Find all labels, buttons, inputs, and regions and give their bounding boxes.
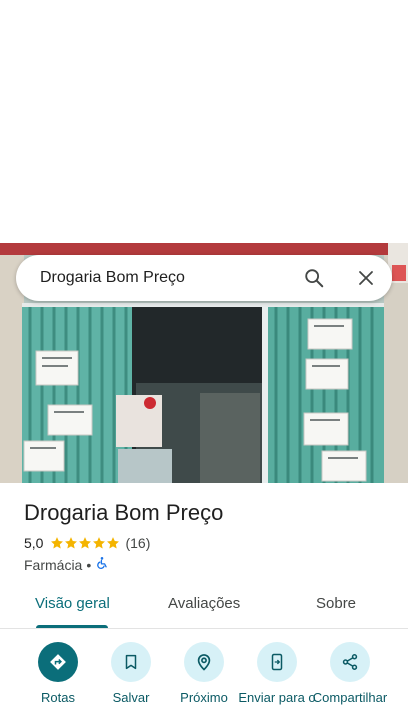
rating-value: 5,0 bbox=[24, 535, 44, 551]
save-button[interactable]: Salvar bbox=[91, 640, 171, 705]
share-icon bbox=[330, 642, 370, 682]
search-icon[interactable] bbox=[294, 258, 334, 298]
category-label: Farmácia bbox=[24, 556, 83, 573]
tab-bar: Visão geral Avaliações Sobre bbox=[0, 586, 408, 629]
star-icon bbox=[79, 537, 92, 549]
close-icon[interactable] bbox=[346, 258, 386, 298]
send-to-phone-icon bbox=[257, 642, 297, 682]
tab-visao-geral[interactable]: Visão geral bbox=[35, 586, 110, 628]
save-label: Salvar bbox=[112, 690, 150, 705]
separator-dot: • bbox=[86, 556, 92, 573]
star-icon bbox=[93, 537, 106, 549]
rating-row[interactable]: 5,0 (16) bbox=[24, 535, 150, 551]
wheelchair-icon bbox=[95, 556, 109, 573]
category-row: Farmácia • bbox=[24, 556, 109, 573]
nearby-label: Próximo bbox=[180, 690, 228, 705]
nearby-icon bbox=[184, 642, 224, 682]
share-button[interactable]: Compartilhar bbox=[310, 640, 390, 705]
share-label: Compartilhar bbox=[312, 690, 388, 705]
tab-avaliacoes[interactable]: Avaliações bbox=[168, 586, 240, 628]
active-tab-indicator bbox=[36, 625, 108, 628]
map-blank-area bbox=[0, 0, 408, 243]
place-title: Drogaria Bom Preço bbox=[24, 500, 224, 525]
send-to-phone-label: Enviar para o bbox=[238, 690, 316, 705]
nearby-button[interactable]: Próximo bbox=[164, 640, 244, 705]
star-icon bbox=[65, 537, 78, 549]
directions-label: Rotas bbox=[41, 690, 75, 705]
directions-button[interactable]: Rotas bbox=[18, 640, 98, 705]
review-count: (16) bbox=[125, 535, 151, 551]
action-bar: Rotas Salvar Próximo Enviar para o Compa… bbox=[0, 640, 408, 726]
tab-sobre[interactable]: Sobre bbox=[316, 586, 356, 628]
search-input[interactable]: Drogaria Bom Preço bbox=[40, 269, 294, 287]
search-bar[interactable]: Drogaria Bom Preço bbox=[16, 255, 392, 301]
bookmark-icon bbox=[111, 642, 151, 682]
send-to-phone-button[interactable]: Enviar para o bbox=[237, 640, 317, 705]
star-icon bbox=[51, 537, 64, 549]
rating-stars bbox=[50, 536, 120, 550]
directions-icon bbox=[38, 642, 78, 682]
star-icon bbox=[107, 537, 120, 549]
